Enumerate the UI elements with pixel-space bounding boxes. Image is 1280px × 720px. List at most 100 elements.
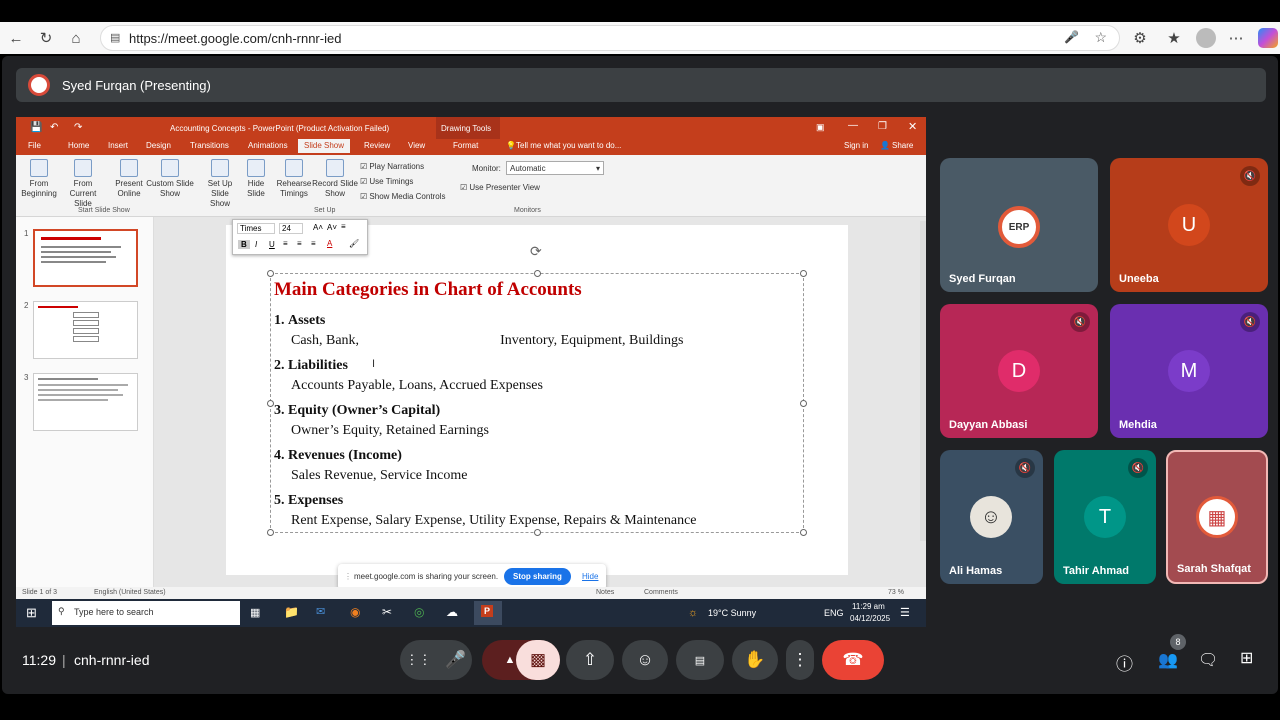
- favorites-icon[interactable]: ★: [1162, 26, 1186, 50]
- activities-icon[interactable]: ⊞: [1240, 648, 1253, 668]
- rotate-handle-icon[interactable]: ⟳: [530, 243, 542, 260]
- thumbnail-slide-1[interactable]: [33, 229, 138, 287]
- participant-tile[interactable]: ERP Syed Furqan: [940, 158, 1098, 292]
- ribbon-display-icon[interactable]: ▣: [816, 122, 825, 133]
- leave-call-button[interactable]: ☎: [822, 640, 884, 680]
- powerpoint-taskbar-item[interactable]: P: [474, 601, 502, 625]
- windows-start-icon[interactable]: ⊞: [26, 605, 37, 621]
- participant-tile[interactable]: 🔇 M Mehdia: [1110, 304, 1268, 438]
- use-timings-checkbox[interactable]: ☑ Use Timings: [360, 174, 445, 189]
- undo-icon[interactable]: ↶: [50, 122, 58, 133]
- tab-review[interactable]: Review: [364, 141, 390, 150]
- redo-icon[interactable]: ↷: [74, 122, 82, 133]
- tab-format[interactable]: Format: [453, 141, 478, 150]
- italic-icon[interactable]: I: [255, 240, 257, 249]
- tab-design[interactable]: Design: [146, 141, 171, 150]
- tab-file[interactable]: File: [28, 141, 41, 150]
- home-icon[interactable]: ⌂: [64, 26, 88, 50]
- participant-tile[interactable]: ▦ Sarah Shafqat: [1166, 450, 1268, 584]
- present-online-button[interactable]: Present Online: [112, 159, 146, 199]
- tell-me-box[interactable]: Tell me what you want to do...: [516, 141, 621, 150]
- shrink-font-icon[interactable]: A˅: [327, 223, 337, 232]
- custom-show-button[interactable]: Custom Slide Show: [146, 159, 194, 199]
- input-language[interactable]: ENG: [824, 608, 844, 618]
- grow-font-icon[interactable]: A˄: [313, 223, 323, 232]
- close-icon[interactable]: ✕: [908, 120, 917, 133]
- show-media-checkbox[interactable]: ☑ Show Media Controls: [360, 189, 445, 204]
- weather-text[interactable]: 19°C Sunny: [708, 608, 756, 618]
- chat-icon[interactable]: 🗨: [1198, 650, 1218, 670]
- slide-canvas[interactable]: ⟳ Main Categories in Chart of Accounts 1…: [226, 225, 848, 575]
- stop-sharing-button[interactable]: Stop sharing: [504, 568, 571, 585]
- share-button[interactable]: Share: [892, 141, 913, 150]
- underline-icon[interactable]: U: [269, 240, 275, 249]
- participant-tile[interactable]: 🔇 D Dayyan Abbasi: [940, 304, 1098, 438]
- font-size-box[interactable]: 24: [279, 223, 303, 234]
- restore-icon[interactable]: ❐: [878, 121, 887, 132]
- more-options-button[interactable]: ⋮: [786, 640, 814, 680]
- tab-insert[interactable]: Insert: [108, 141, 128, 150]
- chrome-icon[interactable]: ◎: [414, 605, 424, 619]
- comments-button[interactable]: Comments: [644, 589, 678, 596]
- save-icon[interactable]: 💾: [30, 122, 42, 133]
- align-right-icon[interactable]: ≡: [311, 239, 316, 248]
- profile-avatar[interactable]: [1196, 28, 1216, 48]
- hide-slide-button[interactable]: Hide Slide: [242, 159, 270, 199]
- site-info-icon[interactable]: ▤: [110, 31, 120, 44]
- camera-off-button[interactable]: ▩: [516, 640, 560, 680]
- tab-transitions[interactable]: Transitions: [190, 141, 229, 150]
- rehearse-button[interactable]: Rehearse Timings: [274, 159, 314, 199]
- reactions-button[interactable]: ☺: [622, 640, 668, 680]
- notes-button[interactable]: Notes: [596, 589, 614, 596]
- participant-tile[interactable]: 🔇 U Uneeba: [1110, 158, 1268, 292]
- zoom-level[interactable]: 73 %: [888, 589, 904, 596]
- align-left-icon[interactable]: ≡: [283, 239, 288, 248]
- copilot-icon[interactable]: [1258, 28, 1278, 48]
- present-screen-button[interactable]: ⇧: [566, 640, 614, 680]
- address-bar[interactable]: ▤ https://meet.google.com/cnh-rnnr-ied 🎤…: [100, 25, 1120, 51]
- captions-button[interactable]: ▤: [676, 640, 724, 680]
- presenter-view-checkbox[interactable]: ☑ Use Presenter View: [460, 183, 540, 192]
- more-menu-icon[interactable]: ⋯: [1224, 26, 1248, 50]
- back-icon[interactable]: ←: [4, 26, 28, 50]
- thumbnail-slide-3[interactable]: [33, 373, 138, 431]
- raise-hand-button[interactable]: ✋: [732, 640, 778, 680]
- outlook-icon[interactable]: ✉: [316, 605, 325, 618]
- hide-link[interactable]: Hide: [582, 572, 598, 581]
- snipping-tool-icon[interactable]: ✂: [382, 605, 392, 619]
- record-button[interactable]: Record Slide Show: [312, 159, 358, 199]
- drag-handle-icon[interactable]: ⋮: [344, 572, 352, 581]
- extensions-icon[interactable]: ⚙: [1128, 26, 1152, 50]
- tab-view[interactable]: View: [408, 141, 425, 150]
- format-painter-icon[interactable]: 🖌: [349, 239, 359, 248]
- font-color-icon[interactable]: A: [327, 239, 332, 248]
- participant-tile[interactable]: 🔇 T Tahir Ahmad: [1054, 450, 1156, 584]
- thumbnail-slide-2[interactable]: [33, 301, 138, 359]
- favorite-star-icon[interactable]: ☆: [1094, 29, 1107, 46]
- microphone-icon[interactable]: 🎤: [1064, 30, 1079, 44]
- chevron-up-icon[interactable]: ▲: [505, 654, 516, 666]
- monitor-select[interactable]: Automatic ▾: [506, 161, 604, 175]
- bold-icon[interactable]: B: [238, 240, 250, 249]
- minimize-icon[interactable]: —: [848, 120, 858, 131]
- setup-show-button[interactable]: Set Up Slide Show: [200, 159, 240, 209]
- sign-in-link[interactable]: Sign in: [844, 141, 868, 150]
- notifications-icon[interactable]: ☰: [900, 606, 910, 619]
- firefox-icon[interactable]: ◉: [350, 605, 360, 619]
- participant-tile[interactable]: 🔇 ☺ Ali Hamas: [940, 450, 1043, 584]
- indent-icon[interactable]: ≡: [341, 222, 346, 231]
- taskbar-search[interactable]: ⚲ Type here to search: [52, 601, 240, 625]
- play-narrations-checkbox[interactable]: ☑ Play Narrations: [360, 159, 445, 174]
- reload-icon[interactable]: ↻: [34, 26, 58, 50]
- mic-control[interactable]: ⋮⋮ 🎤: [400, 640, 472, 680]
- align-center-icon[interactable]: ≡: [297, 239, 302, 248]
- from-beginning-button[interactable]: From Beginning: [18, 159, 60, 199]
- from-current-button[interactable]: From Current Slide: [60, 159, 106, 209]
- file-explorer-icon[interactable]: 📁: [284, 605, 299, 619]
- font-name-box[interactable]: Times Ne: [237, 223, 275, 234]
- tab-home[interactable]: Home: [68, 141, 89, 150]
- tab-slide-show[interactable]: Slide Show: [298, 139, 351, 153]
- info-icon[interactable]: ⓘ: [1116, 650, 1133, 675]
- people-icon[interactable]: 👥: [1158, 650, 1178, 670]
- app-icon[interactable]: ☁: [446, 605, 458, 619]
